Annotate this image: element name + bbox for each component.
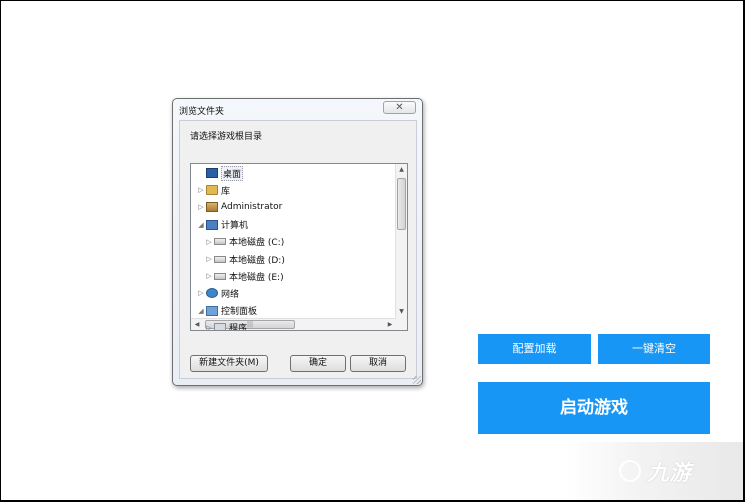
resize-grip-icon[interactable] — [413, 376, 421, 384]
watermark-text: 九游 — [646, 461, 691, 486]
tree-item[interactable]: ▷ 程序 — [205, 321, 248, 331]
desktop-icon — [206, 168, 218, 178]
tree-item-label: 本地磁盘 (C:) — [229, 238, 285, 249]
folder-tree[interactable]: ▲ ▼ ◀ ||| ▶ 桌面 ▷ 库 ▷ Administrator ◢ 计算机 ▷ 本地磁盘 … — [190, 163, 408, 331]
tree-item-label: 本地磁盘 (D:) — [229, 255, 285, 266]
scroll-down-icon[interactable]: ▼ — [396, 306, 407, 318]
tree-expand-icon[interactable]: ▷ — [205, 272, 213, 280]
scroll-left-icon[interactable]: ◀ — [191, 319, 203, 330]
start-game-button[interactable]: 启动游戏 — [478, 382, 710, 434]
tree-item-label: 桌面 — [221, 165, 244, 181]
tree-item[interactable]: ▷ 网络 — [197, 286, 239, 300]
tree-expand-icon[interactable]: ▷ — [197, 289, 205, 297]
tree-item-label: 网络 — [221, 289, 240, 300]
tree-item[interactable]: ▷ 本地磁盘 (C:) — [205, 235, 284, 249]
library-icon — [206, 185, 218, 196]
dialog-client-area: 请选择游戏根目录 ▲ ▼ ◀ ||| ▶ 桌面 ▷ 库 ▷ Administrator ◢… — [179, 120, 417, 379]
dialog-title: 浏览文件夹 — [179, 107, 225, 117]
drive-icon — [214, 272, 226, 280]
computer-icon — [206, 219, 218, 230]
config-load-button[interactable]: 配置加载 — [478, 334, 591, 364]
drive-icon — [214, 238, 226, 246]
dialog-prompt: 请选择游戏根目录 — [190, 132, 263, 142]
close-icon: ✕ — [395, 102, 404, 113]
scroll-right-icon[interactable]: ▶ — [384, 319, 396, 330]
tree-expand-icon[interactable]: ▷ — [205, 238, 213, 246]
tree-expand-icon[interactable]: ▷ — [197, 186, 205, 194]
user-folder-icon — [206, 202, 218, 213]
network-icon — [206, 288, 218, 299]
tree-item[interactable]: ▷ 本地磁盘 (E:) — [205, 269, 284, 283]
tree-item[interactable]: ◢ 控制面板 — [197, 304, 257, 318]
tree-item[interactable]: ◢ 计算机 — [197, 218, 248, 232]
drive-icon — [214, 255, 226, 263]
ok-button[interactable]: 确定 — [290, 355, 346, 372]
tree-item[interactable]: ▷ Administrator — [197, 200, 282, 214]
tree-expand-icon[interactable]: ▷ — [197, 203, 205, 211]
new-folder-button[interactable]: 新建文件夹(M) — [190, 355, 268, 372]
tree-item-label: 本地磁盘 (E:) — [229, 272, 284, 283]
tree-expand-icon[interactable]: ◢ — [197, 307, 205, 315]
tree-expand-icon[interactable]: ▷ — [205, 255, 213, 263]
clear-all-button[interactable]: 一键清空 — [598, 334, 710, 364]
tree-item[interactable]: ▷ 本地磁盘 (D:) — [205, 252, 285, 266]
control-panel-icon — [206, 305, 218, 316]
scroll-up-icon[interactable]: ▲ — [396, 164, 407, 176]
watermark: 九游 — [567, 442, 743, 500]
browse-folder-dialog: 浏览文件夹 ✕ 请选择游戏根目录 ▲ ▼ ◀ ||| ▶ 桌面 ▷ 库 ▷ Admini… — [172, 98, 423, 386]
tree-item[interactable]: ▷ 库 — [197, 183, 230, 197]
tree-item[interactable]: 桌面 — [197, 165, 244, 181]
watermark-logo-icon — [618, 460, 641, 482]
program-icon — [214, 322, 226, 330]
vertical-scrollbar[interactable]: ▲ ▼ — [395, 164, 407, 330]
vertical-scroll-thumb[interactable] — [397, 178, 406, 230]
cancel-button[interactable]: 取消 — [350, 355, 406, 372]
close-button[interactable]: ✕ — [383, 101, 416, 114]
tree-expand-icon[interactable]: ◢ — [197, 221, 205, 229]
tree-item-label: Administrator — [221, 202, 283, 213]
tree-item-label: 程序 — [229, 324, 248, 331]
tree-item-label: 计算机 — [221, 221, 249, 232]
tree-item-label: 库 — [221, 186, 231, 197]
tree-expand-icon[interactable]: ▷ — [205, 324, 213, 330]
tree-item-label: 控制面板 — [221, 307, 258, 318]
